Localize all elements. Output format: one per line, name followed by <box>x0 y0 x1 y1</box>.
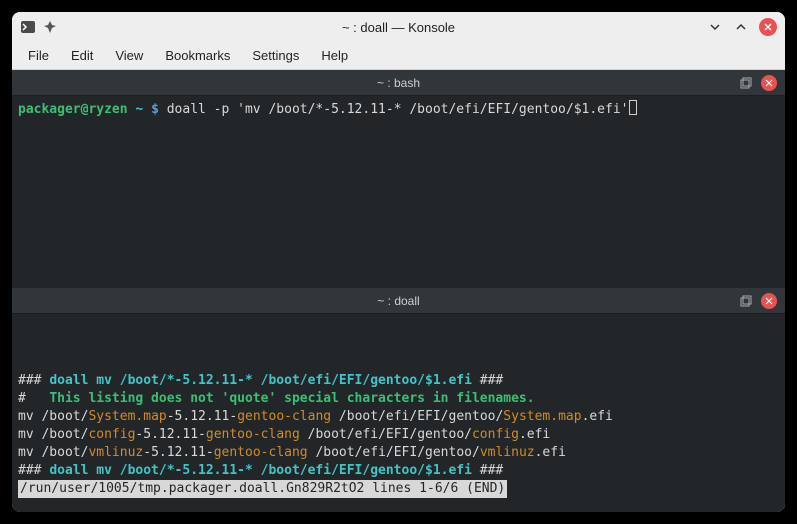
menu-help[interactable]: Help <box>311 44 358 67</box>
cursor-icon <box>629 100 637 115</box>
output-line-file2: config <box>472 427 519 442</box>
output-line-pre: mv /boot/ <box>18 409 88 424</box>
output-line-file: config <box>88 427 135 442</box>
output-line-mid: -5.12.11- <box>143 445 213 460</box>
prompt-cwd: ~ <box>135 102 143 117</box>
tabbar-bottom[interactable]: ~ : doall <box>12 288 785 314</box>
output-line-pre: mv /boot/ <box>18 427 88 442</box>
pin-icon[interactable] <box>42 19 58 35</box>
menu-edit[interactable]: Edit <box>61 44 103 67</box>
output-line-post1: /boot/efi/EFI/gentoo/ <box>331 409 503 424</box>
output-line-suffix: gentoo-clang <box>214 445 308 460</box>
terminal-pane-top[interactable]: packager@ryzen ~ $ doall -p 'mv /boot/*-… <box>12 96 785 288</box>
output-footer-close: ### <box>472 463 503 478</box>
output-line-file2: vmlinuz <box>480 445 535 460</box>
output-line-file2: System.map <box>503 409 581 424</box>
tab-controls-bottom <box>739 293 781 309</box>
output-line-post1: /boot/efi/EFI/gentoo/ <box>300 427 472 442</box>
menu-file[interactable]: File <box>18 44 59 67</box>
konsole-window: ~ : doall — Konsole File Edit View Bookm… <box>12 12 785 512</box>
prompt-user-host: packager@ryzen <box>18 102 128 117</box>
output-line-post1: /boot/efi/EFI/gentoo/ <box>308 445 480 460</box>
titlebar[interactable]: ~ : doall — Konsole <box>12 12 785 42</box>
tab-label-top: ~ : bash <box>377 76 420 90</box>
output-line-pre: mv /boot/ <box>18 445 88 460</box>
output-line-mid: -5.12.11- <box>167 409 237 424</box>
tab-close-top[interactable] <box>761 75 777 91</box>
minimize-button[interactable] <box>707 19 723 35</box>
output-header-close: ### <box>472 373 503 388</box>
tabbar-top[interactable]: ~ : bash <box>12 70 785 96</box>
output-note-prefix: # <box>18 391 49 406</box>
menu-view[interactable]: View <box>105 44 153 67</box>
output-line-file: vmlinuz <box>88 445 143 460</box>
terminal-pane-bottom[interactable]: ### doall mv /boot/*-5.12.11-* /boot/efi… <box>12 314 785 512</box>
output-line-suffix: gentoo-clang <box>237 409 331 424</box>
output-line-file: System.map <box>88 409 166 424</box>
tab-controls-top <box>739 75 781 91</box>
detach-icon[interactable] <box>739 294 753 308</box>
output-line-suffix: gentoo-clang <box>206 427 300 442</box>
output-line-post2: .efi <box>519 427 550 442</box>
window-title: ~ : doall — Konsole <box>342 20 455 35</box>
output-footer-cmd: doall mv /boot/*-5.12.11-* /boot/efi/EFI… <box>49 463 472 478</box>
titlebar-left <box>20 19 58 35</box>
output-line-post2: .efi <box>535 445 566 460</box>
titlebar-controls <box>707 18 777 36</box>
close-button[interactable] <box>759 18 777 36</box>
command-text: doall -p 'mv /boot/*-5.12.11-* /boot/efi… <box>167 102 629 117</box>
prompt-symbol: $ <box>151 102 159 117</box>
menu-bookmarks[interactable]: Bookmarks <box>155 44 240 67</box>
menu-settings[interactable]: Settings <box>242 44 309 67</box>
output-note: This listing does not 'quote' special ch… <box>49 391 534 406</box>
output-line-post2: .efi <box>582 409 613 424</box>
detach-icon[interactable] <box>739 76 753 90</box>
pager-status: /run/user/1005/tmp.packager.doall.Gn829R… <box>18 480 507 498</box>
output-header-cmd: doall mv /boot/*-5.12.11-* /boot/efi/EFI… <box>49 373 472 388</box>
app-icon <box>20 19 36 35</box>
output-line-mid: -5.12.11- <box>135 427 205 442</box>
tab-label-bottom: ~ : doall <box>377 294 419 308</box>
tab-close-bottom[interactable] <box>761 293 777 309</box>
output-header-open: ### <box>18 373 49 388</box>
menubar: File Edit View Bookmarks Settings Help <box>12 42 785 70</box>
maximize-button[interactable] <box>733 19 749 35</box>
output-footer-open: ### <box>18 463 49 478</box>
